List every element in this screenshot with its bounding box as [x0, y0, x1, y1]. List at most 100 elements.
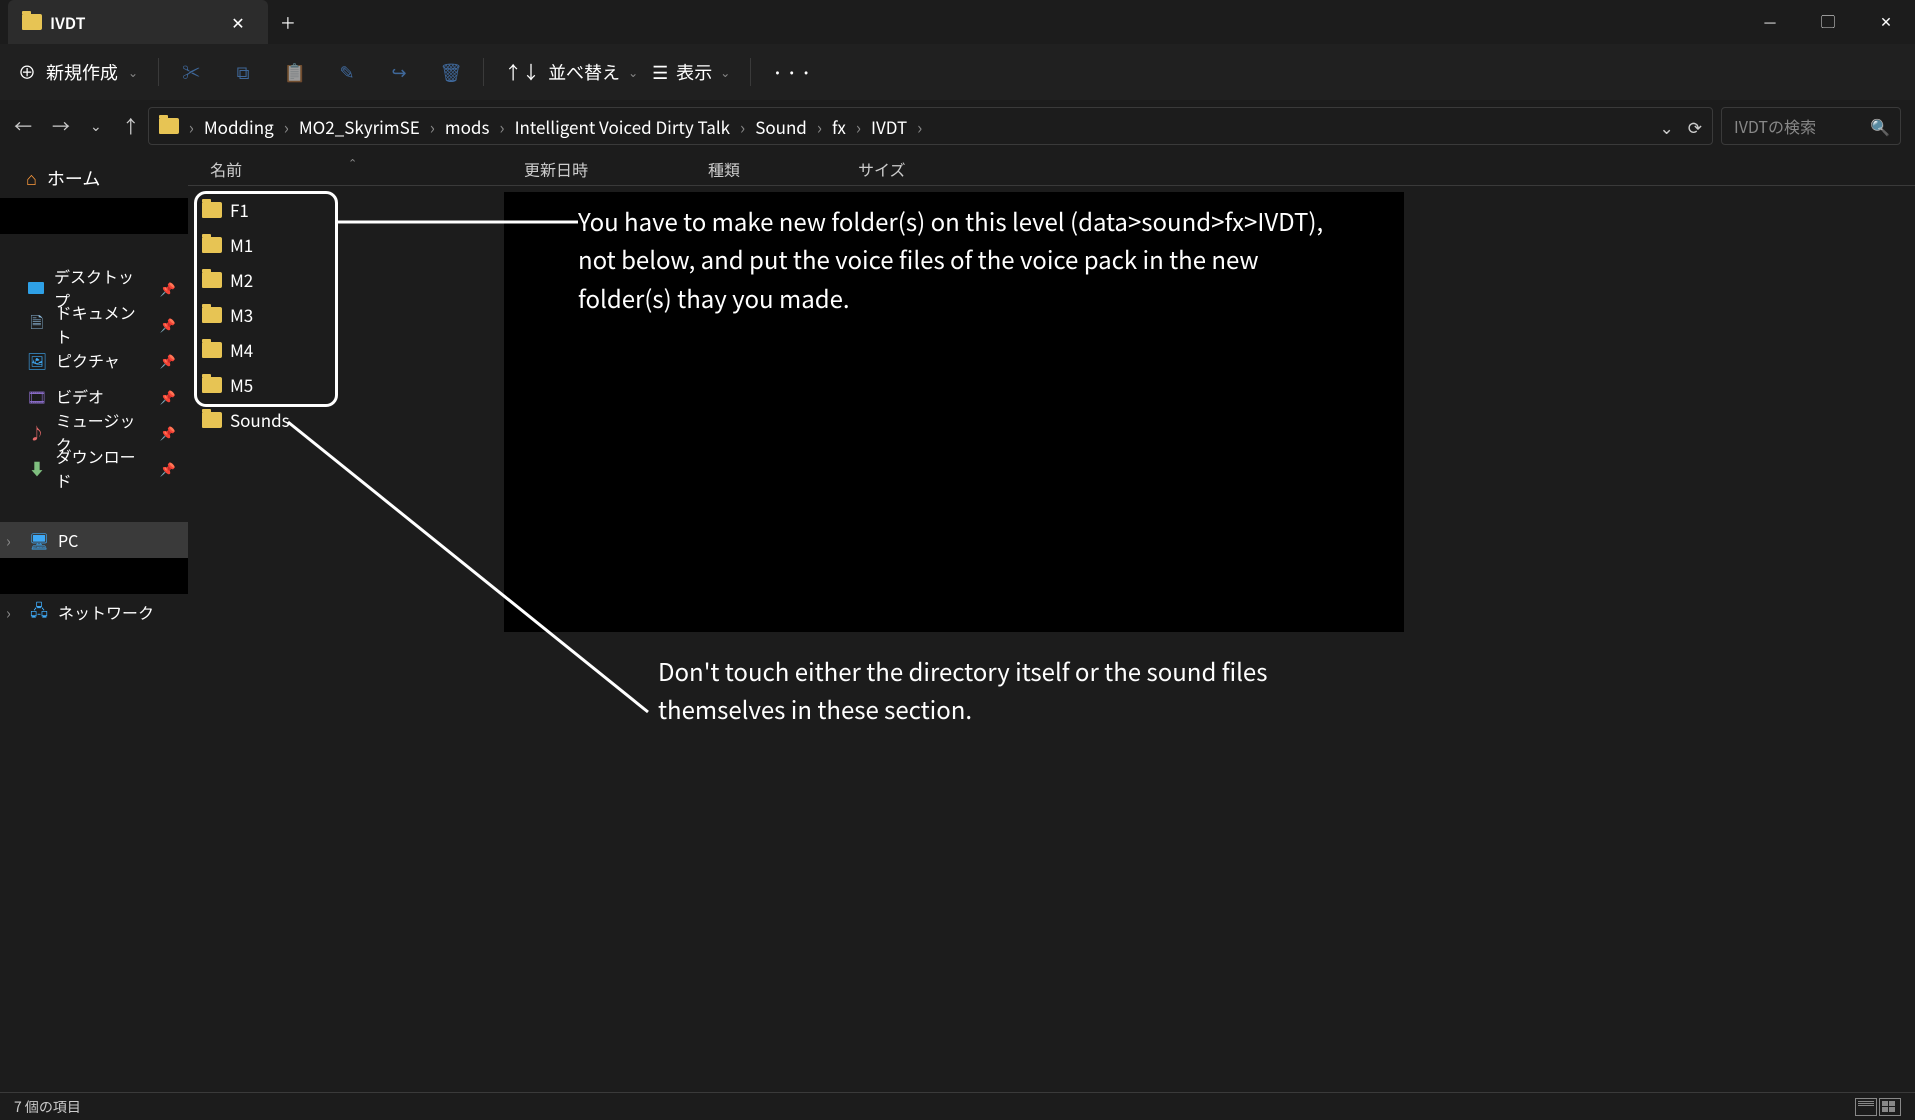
- sidebar-item-network[interactable]: › 🖧 ネットワーク: [0, 594, 188, 630]
- breadcrumb-seg[interactable]: fx: [832, 114, 846, 139]
- view-button[interactable]: ☰ 表示 ⌄: [652, 59, 730, 85]
- sort-button[interactable]: ↑↓ 並べ替え ⌄: [504, 59, 638, 85]
- separator: [483, 58, 484, 86]
- annotation-text-bottom: Don't touch either the directory itself …: [658, 652, 1358, 729]
- breadcrumb-seg[interactable]: MO2_SkyrimSE: [299, 114, 420, 139]
- sidebar-item-home[interactable]: ⌂ ホーム: [0, 158, 188, 198]
- sidebar-item-label: ダウンロード: [56, 444, 150, 492]
- file-list-pane: 名前 ⌃ 更新日時 種類 サイズ F1M1M2M3M4M5Sounds You …: [188, 152, 1915, 1092]
- title-bar: IVDT ✕ ＋ — ▢ ✕: [0, 0, 1915, 44]
- breadcrumb-seg[interactable]: mods: [445, 114, 490, 139]
- cut-icon[interactable]: ✂: [179, 60, 203, 84]
- forward-button[interactable]: →: [52, 113, 70, 139]
- desktop-icon: [28, 282, 44, 294]
- folder-icon: [159, 118, 179, 134]
- breadcrumb-chevron-down-icon[interactable]: ⌄: [1660, 114, 1674, 139]
- sidebar-item-pictures[interactable]: 🖼 ピクチャ 📌: [0, 342, 188, 378]
- new-tab-button[interactable]: ＋: [268, 0, 308, 44]
- status-bar: 7 個の項目: [0, 1092, 1915, 1120]
- copy-icon[interactable]: ⧉: [231, 60, 255, 84]
- list-item-label: M5: [230, 372, 253, 397]
- search-input[interactable]: [1732, 113, 1860, 139]
- chevron-right-icon: ›: [499, 114, 504, 139]
- search-icon: 🔍: [1870, 114, 1890, 138]
- column-headers: 名前 ⌃ 更新日時 種類 サイズ: [188, 152, 1915, 186]
- sidebar: ⌂ ホーム デスクトップ 📌 🗎 ドキュメント 📌 🖼 ピクチャ 📌 🎞 ビデオ…: [0, 152, 188, 1092]
- breadcrumb-seg[interactable]: Modding: [204, 114, 274, 139]
- close-window-button[interactable]: ✕: [1857, 0, 1915, 44]
- minimize-button[interactable]: —: [1741, 0, 1799, 44]
- column-date[interactable]: 更新日時: [524, 157, 708, 181]
- rename-icon[interactable]: ✎: [335, 60, 359, 84]
- delete-icon[interactable]: 🗑: [439, 60, 463, 84]
- column-size[interactable]: サイズ: [858, 157, 978, 181]
- chevron-right-icon: ›: [189, 114, 194, 139]
- paste-icon[interactable]: 📋: [283, 60, 307, 84]
- chevron-down-icon: ⌄: [128, 64, 138, 81]
- tab-title: IVDT: [50, 10, 85, 34]
- sidebar-item-documents[interactable]: 🗎 ドキュメント 📌: [0, 306, 188, 342]
- column-type[interactable]: 種類: [708, 157, 858, 181]
- folder-icon: [22, 14, 42, 30]
- sidebar-item-label: ドキュメント: [56, 300, 150, 348]
- breadcrumb[interactable]: › Modding › MO2_SkyrimSE › mods › Intell…: [148, 107, 1713, 145]
- chevron-right-icon: ›: [6, 528, 20, 552]
- pictures-icon: 🖼: [28, 351, 46, 369]
- breadcrumb-seg[interactable]: IVDT: [871, 114, 907, 139]
- share-icon[interactable]: ↪: [387, 60, 411, 84]
- column-name[interactable]: 名前 ⌃: [188, 157, 524, 181]
- sidebar-item-label: PC: [58, 528, 78, 552]
- tab-close-button[interactable]: ✕: [224, 8, 252, 36]
- pin-icon: 📌: [160, 423, 176, 442]
- pin-icon: 📌: [160, 387, 176, 406]
- tab-active[interactable]: IVDT ✕: [8, 0, 268, 44]
- annotation-panel: [504, 192, 1404, 632]
- chevron-right-icon: ›: [817, 114, 822, 139]
- chevron-right-icon: ›: [284, 114, 289, 139]
- breadcrumb-seg[interactable]: Intelligent Voiced Dirty Talk: [515, 114, 730, 139]
- list-item-label: M2: [230, 267, 253, 292]
- status-item-count: 7 個の項目: [14, 1097, 81, 1117]
- sidebar-item-label: ピクチャ: [56, 348, 120, 372]
- pin-icon: 📌: [160, 459, 176, 478]
- window-controls: — ▢ ✕: [1741, 0, 1915, 44]
- chevron-down-icon: ⌄: [628, 64, 638, 81]
- tab-strip: IVDT ✕ ＋: [0, 0, 308, 44]
- sidebar-item-label: ホーム: [47, 165, 100, 191]
- up-button[interactable]: ↑: [122, 113, 140, 139]
- chevron-right-icon: ›: [430, 114, 435, 139]
- breadcrumb-seg[interactable]: Sound: [755, 114, 807, 139]
- more-button[interactable]: ···: [771, 56, 814, 88]
- folder-icon: [202, 342, 222, 358]
- chevron-right-icon: ›: [6, 600, 20, 624]
- back-button[interactable]: ←: [14, 113, 32, 139]
- list-item-label: M4: [230, 337, 253, 362]
- folder-icon: [202, 307, 222, 323]
- redacted: [0, 558, 188, 594]
- folder-icon: [202, 272, 222, 288]
- refresh-button[interactable]: ⟳: [1688, 114, 1702, 139]
- sidebar-item-label: ビデオ: [56, 384, 104, 408]
- search-box[interactable]: 🔍: [1721, 107, 1901, 145]
- pin-icon: 📌: [160, 279, 176, 298]
- list-item-label: M3: [230, 302, 253, 327]
- chevron-right-icon: ›: [856, 114, 861, 139]
- folder-icon: [202, 202, 222, 218]
- sort-asc-icon: ⌃: [348, 155, 357, 171]
- list-item-label: F1: [230, 197, 249, 222]
- sidebar-item-pc[interactable]: › 🖥 PC: [0, 522, 188, 558]
- recent-chevron-icon[interactable]: ⌄: [90, 116, 102, 136]
- sidebar-item-downloads[interactable]: ⬇ ダウンロード 📌: [0, 450, 188, 486]
- document-icon: 🗎: [28, 315, 46, 333]
- separator: [750, 58, 751, 86]
- pc-icon: 🖥: [30, 531, 48, 549]
- maximize-button[interactable]: ▢: [1799, 0, 1857, 44]
- plus-circle-icon: ⊕: [18, 59, 36, 85]
- view-icons-button[interactable]: [1879, 1098, 1901, 1116]
- list-item-label: Sounds: [230, 407, 290, 432]
- new-button[interactable]: ⊕ 新規作成 ⌄: [18, 59, 138, 85]
- view-details-button[interactable]: [1855, 1098, 1877, 1116]
- new-button-label: 新規作成: [46, 59, 118, 85]
- chevron-right-icon: ›: [917, 114, 922, 139]
- separator: [158, 58, 159, 86]
